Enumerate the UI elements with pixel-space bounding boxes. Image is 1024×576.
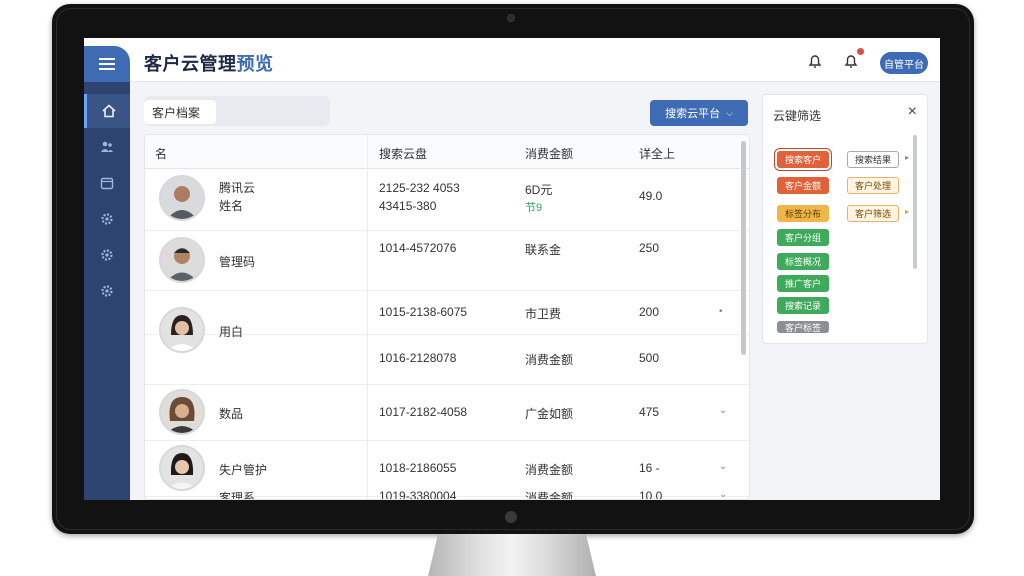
sidebar-item-settings[interactable] [84,202,130,236]
customer-name: 用白 [219,325,244,339]
column-header-spend[interactable]: 消费金额 [525,145,573,162]
table-row[interactable]: 管理码 1014-4572076 联系金 250 [145,231,749,291]
avatar [159,175,205,221]
customer-amount: 16 - [639,461,660,475]
sidebar-item-calendar[interactable] [84,166,130,200]
customer-name: 客理系 [219,491,256,500]
customer-phone: 1017-2182-4058 [379,405,468,419]
customer-name-line2: 姓名 [219,199,244,213]
column-header-phone[interactable]: 搜索云盘 [379,145,427,162]
tab-customer-profiles[interactable]: 客户档案 [144,100,216,124]
table-scrollbar[interactable] [741,141,746,355]
customer-spend: 广金如额 [525,407,574,421]
filter-tag[interactable]: 标签分布 [777,205,829,222]
webcam [507,14,515,22]
search-cloud-button[interactable]: 搜索云平台 ⌵ [650,100,748,126]
header-actions [806,47,865,70]
chevron-down-icon: ⌵ [726,107,733,118]
filter-tag[interactable]: 客户分组 [777,229,829,246]
monitor-stand [428,534,596,576]
screen: 客户云管理预览 自管平台 客户档案 搜索云平台 ⌵ 名 搜索云盘 消费金额 详全… [84,38,940,500]
customer-phone-line2: 43415-380 [379,199,437,213]
filter-tag[interactable]: 客户处理 [847,177,899,194]
customer-name: 管理码 [219,255,256,269]
customer-amount: 10.0 [639,489,663,500]
customer-spend: 联系金 [525,243,562,257]
filter-tag[interactable]: 客户标签 [777,321,829,333]
customer-amount: 200 [639,305,660,319]
table-row[interactable]: 用白 1016-2128078 消费金额 500 [145,307,749,385]
arrow-icon: ▸ [905,207,910,216]
chevron-down-icon[interactable]: ⌄ [719,405,727,416]
app-title-main: 客户云管理 [144,54,237,74]
customer-name: 腾讯云 [219,181,256,195]
customer-phone: 1016-2128078 [379,351,457,365]
gear-icon [101,249,113,261]
customer-spend-sub: 节9 [525,202,543,214]
customer-amount: 250 [639,241,660,255]
column-header-name[interactable]: 名 [155,145,167,162]
hamburger-icon [99,58,115,70]
user-menu-button[interactable]: 自管平台 [880,52,928,74]
customer-amount: 49.0 [639,189,663,203]
customer-spend: 市卫费 [525,307,562,321]
table-header: 名 搜索云盘 消费金额 详全上 [145,135,749,169]
customer-spend: 消费金额 [525,491,574,500]
avatar [159,237,205,283]
customer-spend: 6D元 [525,183,553,197]
avatar [159,307,205,353]
filter-panel-title: 云键筛选 [773,109,822,123]
customer-amount: 500 [639,351,660,365]
customer-phone: 2125-232 4053 [379,181,460,195]
filter-tag[interactable]: 推广客户 [777,275,829,292]
gear-icon [101,285,113,297]
menu-button[interactable] [84,46,130,82]
avatar [159,389,205,435]
search-cloud-button-label: 搜索云平台 [665,108,721,120]
app-title-accent: 预览 [236,54,274,74]
sidebar-item-customers[interactable] [84,130,130,164]
settings-icon [101,213,113,225]
customer-phone: 1019-3380004 [379,489,457,500]
customer-phone: 1018-2186055 [379,461,457,475]
customer-phone: 1014-4572076 [379,241,457,255]
sidebar-item-gear-1[interactable] [84,238,130,272]
filter-tag[interactable]: 搜索记录 [777,297,829,314]
monitor-logo [505,511,517,523]
users-icon [101,141,113,152]
app-title: 客户云管理预览 [144,50,274,76]
sidebar-item-home[interactable] [84,94,130,128]
filter-tag[interactable]: 标签概况 [777,253,829,270]
customer-phone: 1015-2138-6075 [379,305,468,319]
home-icon [101,104,116,118]
customer-name: 数品 [219,407,244,421]
customer-name: 失户管护 [219,463,268,477]
customer-table: 名 搜索云盘 消费金额 详全上 腾讯云 姓名 2125-232 4053 434… [144,134,750,500]
top-bar: 客户云管理预览 自管平台 [84,38,940,82]
filter-panel: 云键筛选 × 搜索客户 搜索结果 ▸ 客户金额 客户处理 标签分布 客户筛选 ▸… [762,94,928,344]
customer-spend: 消费金额 [525,353,574,367]
arrow-icon: ▸ [905,153,910,162]
expand-icon[interactable]: • [719,306,723,317]
notification-badge [856,47,865,56]
table-row[interactable]: 数品 1017-2182-4058 广金如额 475 ⌄ [145,385,749,441]
filter-tag[interactable]: 搜索客户 [777,151,829,168]
table-row[interactable]: 客理系 1019-3380004 消费金额 10.0 ⌄ [145,489,749,499]
sidebar [84,82,130,500]
table-row[interactable]: 腾讯云 姓名 2125-232 4053 43415-380 6D元 节9 49… [145,169,749,231]
sidebar-item-gear-2[interactable] [84,274,130,308]
filter-tag[interactable]: 客户金额 [777,177,829,194]
chevron-down-icon[interactable]: ⌄ [719,461,727,472]
chevron-down-icon[interactable]: ⌄ [719,489,727,499]
bell-outline-icon[interactable] [806,52,824,70]
filter-tag[interactable]: 客户筛选 [847,205,899,222]
calendar-icon [100,177,114,190]
notification-icon[interactable] [842,47,865,70]
filter-panel-scrollbar[interactable] [913,135,917,269]
customer-amount: 475 [639,405,660,419]
customer-spend: 消费金额 [525,463,574,477]
column-header-detail[interactable]: 详全上 [639,145,675,162]
close-icon[interactable]: × [908,103,917,121]
filter-tag[interactable]: 搜索结果 [847,151,899,168]
